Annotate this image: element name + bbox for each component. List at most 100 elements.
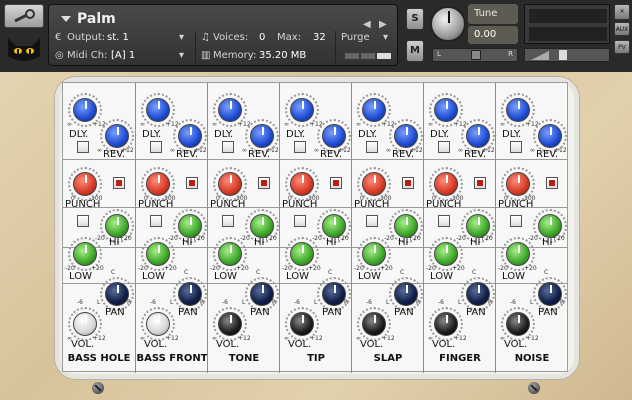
vol-knob[interactable] xyxy=(73,312,97,336)
vol-knob[interactable] xyxy=(506,312,530,336)
mute-button[interactable]: M xyxy=(406,40,424,62)
punch-toggle[interactable] xyxy=(113,177,125,189)
memory-meter xyxy=(345,53,359,59)
max-value[interactable]: 32 xyxy=(313,31,326,45)
wrench-button[interactable] xyxy=(4,4,44,28)
low-knob[interactable] xyxy=(73,242,97,266)
rev-knob[interactable] xyxy=(250,124,274,148)
pv-button[interactable]: PV xyxy=(614,40,630,54)
punch-toggle[interactable] xyxy=(258,177,270,189)
low-knob[interactable] xyxy=(218,242,242,266)
rev-knob[interactable] xyxy=(178,124,202,148)
pan-knob[interactable] xyxy=(394,282,418,306)
instrument-title[interactable]: Palm ◀ ▶ xyxy=(53,9,393,30)
dly-toggle[interactable] xyxy=(366,141,378,153)
output-dropdown-icon[interactable]: ▾ xyxy=(179,31,184,45)
dly-knob[interactable] xyxy=(218,98,242,122)
dly-toggle[interactable] xyxy=(294,141,306,153)
dly-knob[interactable] xyxy=(434,98,458,122)
channel-name: TONE xyxy=(228,353,260,364)
instrument-header: Palm ◀ ▶ € Output: st. 1 ▾ ♫ Voices: 0 M… xyxy=(0,0,632,72)
pan-knob[interactable] xyxy=(322,282,346,306)
punch-knob[interactable] xyxy=(434,172,458,196)
punch-knob[interactable] xyxy=(218,172,242,196)
rev-min-label: ∞ xyxy=(97,147,102,154)
dly-toggle[interactable] xyxy=(510,141,522,153)
eq-toggle[interactable] xyxy=(366,215,378,227)
eq-toggle[interactable] xyxy=(150,215,162,227)
volume-handle[interactable] xyxy=(559,50,567,60)
vol-knob[interactable] xyxy=(362,312,386,336)
aux-button[interactable]: AUX xyxy=(614,22,630,36)
pan-left-label: L xyxy=(314,299,318,306)
pan-left-label: L xyxy=(530,299,534,306)
punch-knob[interactable] xyxy=(362,172,386,196)
purge-label[interactable]: Purge xyxy=(341,31,370,45)
low-knob[interactable] xyxy=(146,242,170,266)
low-knob[interactable] xyxy=(434,242,458,266)
rev-min-label: ∞ xyxy=(530,147,535,154)
vol-knob[interactable] xyxy=(290,312,314,336)
rev-knob[interactable] xyxy=(466,124,490,148)
dly-knob[interactable] xyxy=(362,98,386,122)
dly-label: DLY. xyxy=(286,129,306,140)
tune-knob[interactable] xyxy=(430,6,466,42)
close-button[interactable]: ✕ xyxy=(614,4,630,20)
pan-knob[interactable] xyxy=(466,282,490,306)
punch-toggle[interactable] xyxy=(546,177,558,189)
eq-toggle[interactable] xyxy=(77,215,89,227)
punch-toggle[interactable] xyxy=(186,177,198,189)
pan-knob[interactable] xyxy=(250,282,274,306)
dly-min-label: ∞ xyxy=(67,121,72,128)
dly-knob[interactable] xyxy=(73,98,97,122)
punch-toggle[interactable] xyxy=(474,177,486,189)
volume-slider[interactable] xyxy=(524,48,610,62)
tune-value[interactable]: 0.00 xyxy=(468,26,518,44)
dly-label: DLY. xyxy=(214,129,234,140)
rev-knob[interactable] xyxy=(394,124,418,148)
rev-knob[interactable] xyxy=(322,124,346,148)
pan-knob[interactable] xyxy=(105,282,129,306)
channel-strip: ∞ +12 DLY. REV. ∞ +12 0 100 PUNCH HI -20 +20 -20 +20 L… xyxy=(495,83,568,373)
dly-knob[interactable] xyxy=(506,98,530,122)
pan-knob[interactable] xyxy=(178,282,202,306)
dly-toggle[interactable] xyxy=(150,141,162,153)
dly-knob[interactable] xyxy=(146,98,170,122)
punch-toggle[interactable] xyxy=(330,177,342,189)
screw-icon xyxy=(92,382,104,394)
rev-knob[interactable] xyxy=(105,124,129,148)
purge-dropdown-icon[interactable]: ▾ xyxy=(383,31,388,45)
punch-knob[interactable] xyxy=(73,172,97,196)
rev-knob[interactable] xyxy=(538,124,562,148)
midi-value[interactable]: [A] 1 xyxy=(111,49,135,63)
instrument-menu-icon[interactable] xyxy=(61,16,71,22)
low-knob[interactable] xyxy=(506,242,530,266)
solo-button[interactable]: S xyxy=(406,8,424,30)
eq-toggle[interactable] xyxy=(510,215,522,227)
pan-handle[interactable] xyxy=(471,50,481,60)
vol-knob[interactable] xyxy=(146,312,170,336)
low-knob[interactable] xyxy=(290,242,314,266)
dly-knob[interactable] xyxy=(290,98,314,122)
punch-toggle[interactable] xyxy=(402,177,414,189)
dly-toggle[interactable] xyxy=(222,141,234,153)
pan-knob[interactable] xyxy=(538,282,562,306)
midi-dropdown-icon[interactable]: ▾ xyxy=(179,49,184,63)
eq-toggle[interactable] xyxy=(222,215,234,227)
dly-toggle[interactable] xyxy=(438,141,450,153)
punch-knob[interactable] xyxy=(290,172,314,196)
eq-toggle[interactable] xyxy=(294,215,306,227)
output-value[interactable]: st. 1 xyxy=(107,31,129,45)
vol-knob[interactable] xyxy=(434,312,458,336)
punch-knob[interactable] xyxy=(506,172,530,196)
low-knob[interactable] xyxy=(362,242,386,266)
eq-toggle[interactable] xyxy=(438,215,450,227)
pan-slider[interactable]: L R xyxy=(432,48,518,62)
hi-max-label: +20 xyxy=(480,235,493,242)
dly-toggle[interactable] xyxy=(77,141,89,153)
channel-name: BASS FRONT xyxy=(136,353,208,364)
channel-strip: ∞ +12 DLY. REV. ∞ +12 0 100 PUNCH HI -20 +20 -20 +20 L… xyxy=(423,83,496,373)
punch-knob[interactable] xyxy=(146,172,170,196)
hi-label: HI xyxy=(254,237,265,248)
vol-knob[interactable] xyxy=(218,312,242,336)
